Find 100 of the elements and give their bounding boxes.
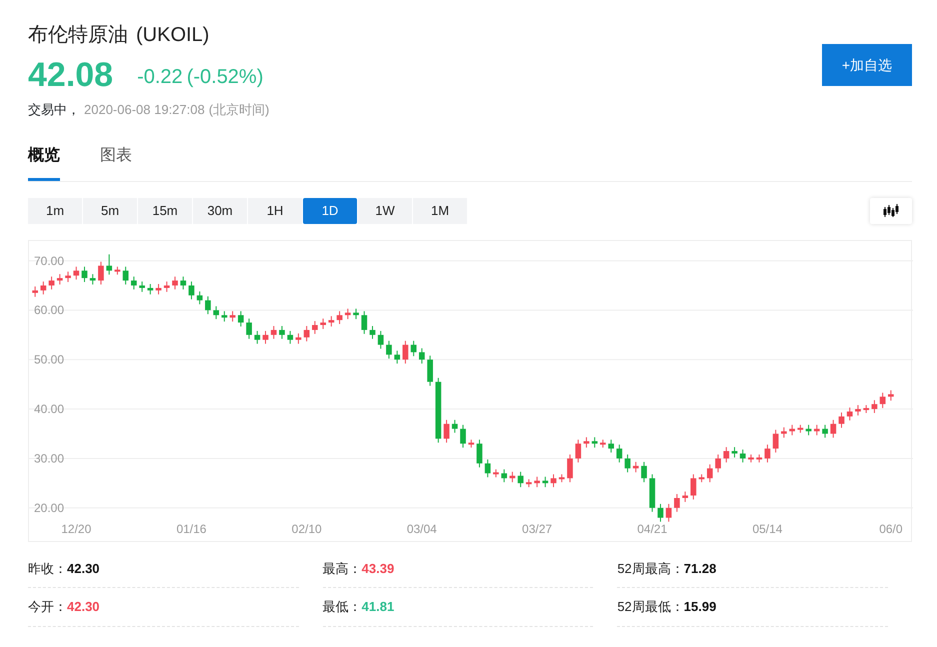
candlestick xyxy=(427,354,433,386)
candlestick xyxy=(567,454,573,482)
period-tab[interactable]: 1H xyxy=(248,198,302,224)
candlestick xyxy=(114,266,120,275)
stat-value: 71.28 xyxy=(684,560,716,576)
stat-value: 42.30 xyxy=(67,599,100,614)
candlestick xyxy=(814,424,820,436)
candlestick xyxy=(781,426,787,438)
last-price: 42.08 xyxy=(28,58,114,92)
candlestick xyxy=(130,276,137,290)
candlestick xyxy=(254,330,260,344)
candlestick xyxy=(641,460,647,482)
candlestick xyxy=(328,315,334,326)
candlestick xyxy=(542,476,548,488)
candlestick xyxy=(484,458,491,478)
candlestick xyxy=(48,276,54,290)
candlestick xyxy=(798,424,804,433)
period-tab[interactable]: 15m xyxy=(138,198,192,224)
candlestick xyxy=(723,446,730,462)
stat-value: 41.81 xyxy=(362,599,394,614)
add-watchlist-button[interactable]: +加自选 xyxy=(822,44,912,86)
period-tab[interactable]: 1M xyxy=(413,198,467,224)
candlestick xyxy=(493,468,499,478)
candlestick xyxy=(180,276,186,290)
x-axis-label: 06/0 xyxy=(879,522,903,536)
instrument-name: 布伦特原油 xyxy=(28,23,128,48)
candlestick xyxy=(353,308,359,320)
percent-change: (-0.52%) xyxy=(186,65,264,90)
candlestick xyxy=(616,444,622,462)
candlestick xyxy=(296,332,302,344)
candlestick xyxy=(361,310,368,334)
timestamp: 2020-06-08 19:27:08 xyxy=(84,101,205,119)
candlestick xyxy=(732,446,738,458)
candlestick xyxy=(188,280,194,300)
candlestick xyxy=(90,273,96,284)
y-axis-label: 40.00 xyxy=(34,402,64,416)
candlestick xyxy=(830,418,836,438)
x-axis-label: 03/04 xyxy=(406,522,437,536)
candlestick xyxy=(558,473,565,482)
stat-label: 昨收： xyxy=(28,560,67,576)
candlestick xyxy=(748,454,754,462)
candlestick xyxy=(706,463,713,482)
candlestick xyxy=(658,502,664,522)
candlestick xyxy=(534,476,540,488)
candlestick xyxy=(764,444,770,462)
candlestick xyxy=(394,350,400,364)
stat-value: 43.39 xyxy=(362,560,394,576)
candlestick xyxy=(222,310,228,322)
candlestick xyxy=(122,266,128,284)
candlestick xyxy=(287,330,294,344)
period-tab[interactable]: 30m xyxy=(193,198,247,224)
tab[interactable]: 概览 xyxy=(28,136,60,180)
candlestick xyxy=(501,468,508,482)
x-axis-label: 03/27 xyxy=(522,522,552,536)
candlestick xyxy=(262,330,268,344)
candlestick xyxy=(880,392,886,408)
candlestick xyxy=(336,310,342,324)
stat-label: 52周最高： xyxy=(617,560,684,576)
candlestick xyxy=(312,320,318,334)
candlestick xyxy=(624,454,630,472)
chart-type-button[interactable] xyxy=(870,198,912,224)
candlestick xyxy=(806,424,812,436)
candlestick xyxy=(855,404,861,416)
instrument-symbol: (UKOIL) xyxy=(136,23,210,48)
trading-status: 交易中， xyxy=(28,101,80,119)
candlestick xyxy=(386,340,392,359)
candlestick xyxy=(649,473,656,512)
y-axis-label: 70.00 xyxy=(34,253,64,268)
tab[interactable]: 图表 xyxy=(100,136,132,180)
x-axis-label: 01/16 xyxy=(176,522,206,536)
candlestick xyxy=(476,438,482,468)
y-axis-label: 30.00 xyxy=(34,450,64,465)
candlestick xyxy=(468,438,474,448)
candlestick xyxy=(518,470,524,488)
stat-value: 42.30 xyxy=(67,560,100,576)
candlestick xyxy=(40,280,46,294)
candlestick xyxy=(213,305,220,320)
candlestick xyxy=(838,412,844,428)
candlestick xyxy=(846,406,853,420)
candlestick xyxy=(600,438,606,448)
candlestick xyxy=(592,436,598,448)
candlestick xyxy=(460,424,466,448)
x-axis-label: 02/10 xyxy=(292,522,322,536)
candlestick xyxy=(370,325,376,339)
candlestick xyxy=(510,470,516,482)
candlestick xyxy=(452,418,458,433)
period-tab[interactable]: 1m xyxy=(28,198,82,224)
candlestick xyxy=(550,473,556,488)
candlestick xyxy=(740,448,746,462)
candlestick xyxy=(402,340,408,364)
candlestick xyxy=(230,310,236,322)
candlestick xyxy=(378,330,384,349)
period-tab[interactable]: 5m xyxy=(83,198,137,224)
candlestick xyxy=(139,280,145,292)
y-axis-label: 60.00 xyxy=(34,302,64,317)
period-tab[interactable]: 1D xyxy=(303,198,357,224)
candlestick xyxy=(682,490,688,502)
candlestick xyxy=(65,270,71,282)
candlestick xyxy=(172,276,178,290)
period-tab[interactable]: 1W xyxy=(358,198,412,224)
